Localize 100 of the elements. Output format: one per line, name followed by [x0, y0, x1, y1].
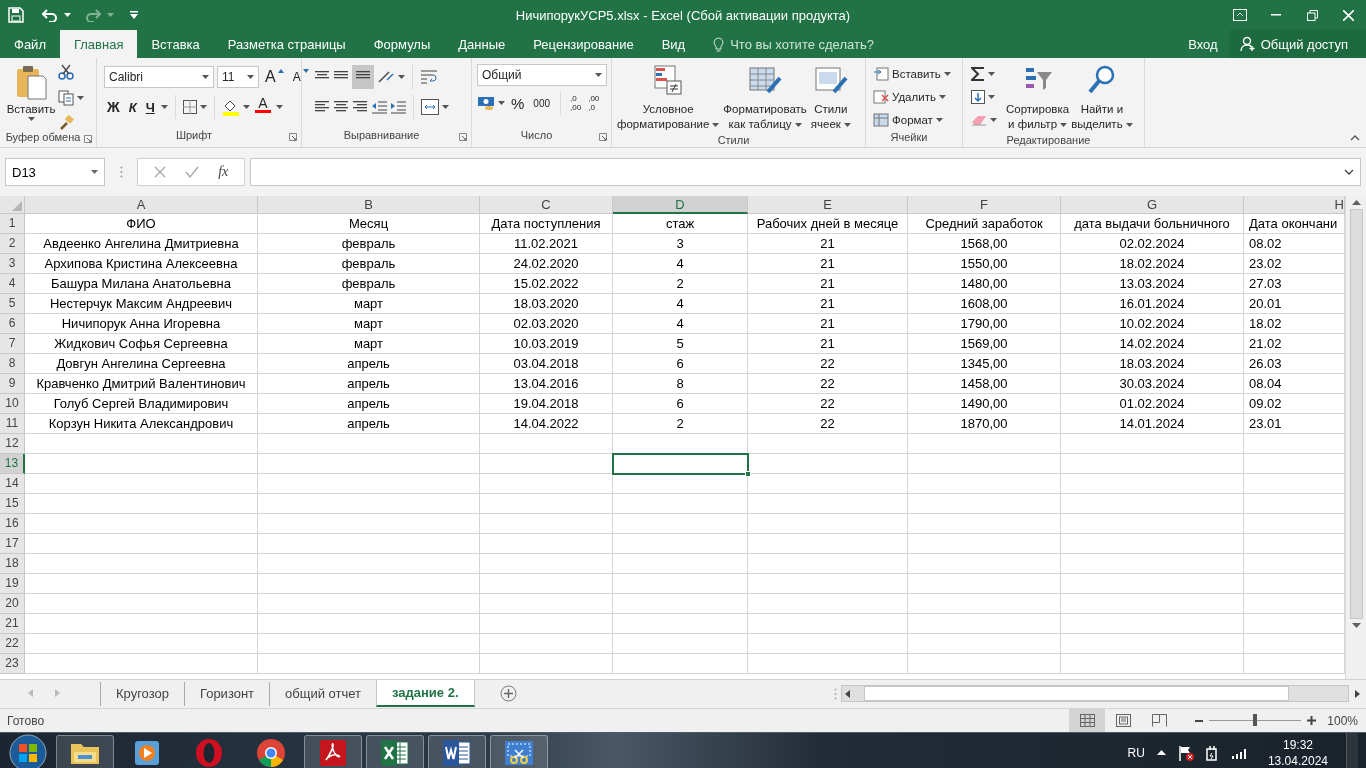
caret-icon[interactable] [247, 75, 254, 79]
ribbon-tab[interactable]: Данные [444, 30, 520, 58]
ribbon-button[interactable]: Удалить [873, 85, 951, 108]
restore-icon[interactable] [1306, 9, 1318, 21]
cut-icon[interactable] [58, 64, 74, 80]
scroll-right-icon[interactable] [1355, 689, 1360, 698]
ribbon-tab[interactable]: Разметка страницы [213, 30, 360, 58]
taskbar-button[interactable] [304, 734, 362, 768]
clock[interactable]: 19:32 13.04.2024 [1267, 736, 1328, 768]
autosum-icon[interactable] [971, 65, 985, 82]
view-button[interactable] [1069, 709, 1105, 732]
save-icon[interactable] [8, 7, 24, 23]
row-header[interactable]: 11 [0, 414, 25, 434]
sheet-tab[interactable]: Горизонт [184, 682, 270, 706]
row-header[interactable]: 21 [0, 614, 25, 634]
decrease-decimal-button[interactable]: ,00 ,0 [586, 94, 602, 112]
row-header[interactable]: 23 [0, 654, 25, 674]
borders-icon[interactable] [182, 100, 197, 114]
column-header[interactable]: A [25, 196, 258, 214]
ribbon-tab[interactable]: Вид [647, 30, 700, 58]
formula-input[interactable] [250, 158, 1361, 186]
scroll-down-icon[interactable] [1351, 623, 1361, 629]
caret-icon[interactable] [442, 105, 449, 109]
caret-icon[interactable] [988, 71, 995, 76]
customize-toolbar-icon[interactable] [130, 11, 138, 19]
scrollbar-thumb[interactable] [1349, 209, 1363, 619]
column-header[interactable]: F [908, 196, 1061, 214]
zoom-slider-thumb[interactable] [1253, 714, 1257, 726]
caret-icon[interactable] [712, 122, 720, 127]
expand-icon[interactable] [1344, 169, 1354, 175]
shrink-font-button[interactable]: A [289, 66, 312, 88]
ribbon-tab[interactable]: Рецензирование [519, 30, 648, 58]
ribbon-button[interactable]: Вставить [873, 62, 951, 85]
row-header[interactable]: 22 [0, 634, 25, 654]
taskbar-button[interactable] [490, 734, 548, 768]
insert-function-button[interactable]: fx [218, 164, 229, 180]
dialog-launcher-icon[interactable] [459, 133, 467, 141]
font-name-combobox[interactable]: Calibri [104, 66, 214, 88]
undo-icon[interactable] [42, 8, 58, 22]
dialog-launcher-icon[interactable] [599, 133, 607, 141]
ribbon-tab[interactable]: Файл [0, 30, 60, 58]
taskbar-button[interactable] [366, 734, 424, 768]
taskbar-button[interactable] [428, 734, 486, 768]
ribbon-button[interactable]: Форматировать как таблицу [722, 62, 808, 134]
row-header[interactable]: 3 [0, 254, 25, 274]
show-hidden-icons-icon[interactable] [1156, 750, 1166, 755]
caret-icon[interactable] [242, 105, 250, 109]
row-header[interactable]: 20 [0, 594, 25, 614]
row-header[interactable]: 4 [0, 274, 25, 294]
underline-button[interactable]: Ч [142, 96, 158, 118]
thousands-button[interactable]: 000 [530, 92, 554, 114]
row-header[interactable]: 1 [0, 214, 25, 234]
bold-button[interactable]: Ж [104, 96, 123, 118]
dialog-launcher-icon[interactable] [84, 135, 92, 143]
ribbon-button[interactable]: Стили ячеек [809, 62, 852, 134]
percent-button[interactable]: % [508, 92, 528, 114]
add-sheet-icon[interactable] [499, 685, 517, 702]
ribbon-tab[interactable]: Главная [59, 30, 138, 58]
row-header[interactable]: 7 [0, 334, 25, 354]
drag-handle-icon[interactable] [834, 688, 837, 700]
caret-icon[interactable] [64, 13, 71, 17]
caret-icon[interactable] [1060, 122, 1068, 127]
caret-icon[interactable] [990, 117, 997, 122]
caret-icon[interactable] [91, 170, 98, 174]
caret-icon[interactable] [595, 73, 602, 77]
caret-icon[interactable] [77, 95, 84, 100]
caret-icon[interactable] [935, 117, 943, 122]
copy-icon[interactable] [58, 89, 74, 106]
column-header[interactable]: D [613, 196, 748, 214]
caret-icon[interactable] [275, 105, 283, 109]
increase-indent-icon[interactable] [390, 100, 406, 114]
number-format-combobox[interactable]: Общий [477, 64, 607, 86]
action-center-icon[interactable] [1177, 744, 1194, 761]
row-header[interactable]: 12 [0, 434, 25, 454]
align-left-icon[interactable] [314, 100, 330, 114]
sign-in-link[interactable]: Вход [1176, 30, 1230, 58]
fill-down-icon[interactable] [971, 89, 985, 104]
row-header[interactable]: 10 [0, 394, 25, 414]
caret-icon[interactable] [160, 105, 168, 109]
row-header[interactable]: 15 [0, 494, 25, 514]
language-indicator[interactable]: RU [1127, 745, 1145, 760]
wrap-text-icon[interactable] [420, 69, 438, 85]
fill-color-icon[interactable] [221, 98, 240, 116]
ribbon-button[interactable]: Формат [873, 108, 951, 131]
format-painter-icon[interactable] [58, 115, 74, 131]
ribbon-tab[interactable]: Вставка [137, 30, 214, 58]
increase-decimal-button[interactable]: ,0 ,00 [568, 94, 584, 112]
start-button-icon[interactable] [9, 733, 47, 768]
row-header[interactable]: 2 [0, 234, 25, 254]
align-center-icon[interactable] [333, 100, 349, 114]
row-header[interactable]: 18 [0, 554, 25, 574]
caret-icon[interactable] [843, 122, 851, 127]
paste-button[interactable]: Вставить [4, 62, 58, 131]
merge-center-icon[interactable] [421, 99, 439, 115]
dialog-launcher-icon[interactable] [289, 133, 297, 141]
active-cell[interactable] [613, 454, 748, 474]
zoom-level[interactable]: 100% [1322, 713, 1366, 728]
orientation-icon[interactable] [377, 70, 395, 84]
tell-me-field[interactable]: Что вы хотите сделать? [730, 36, 891, 52]
taskbar-button[interactable] [56, 734, 114, 768]
